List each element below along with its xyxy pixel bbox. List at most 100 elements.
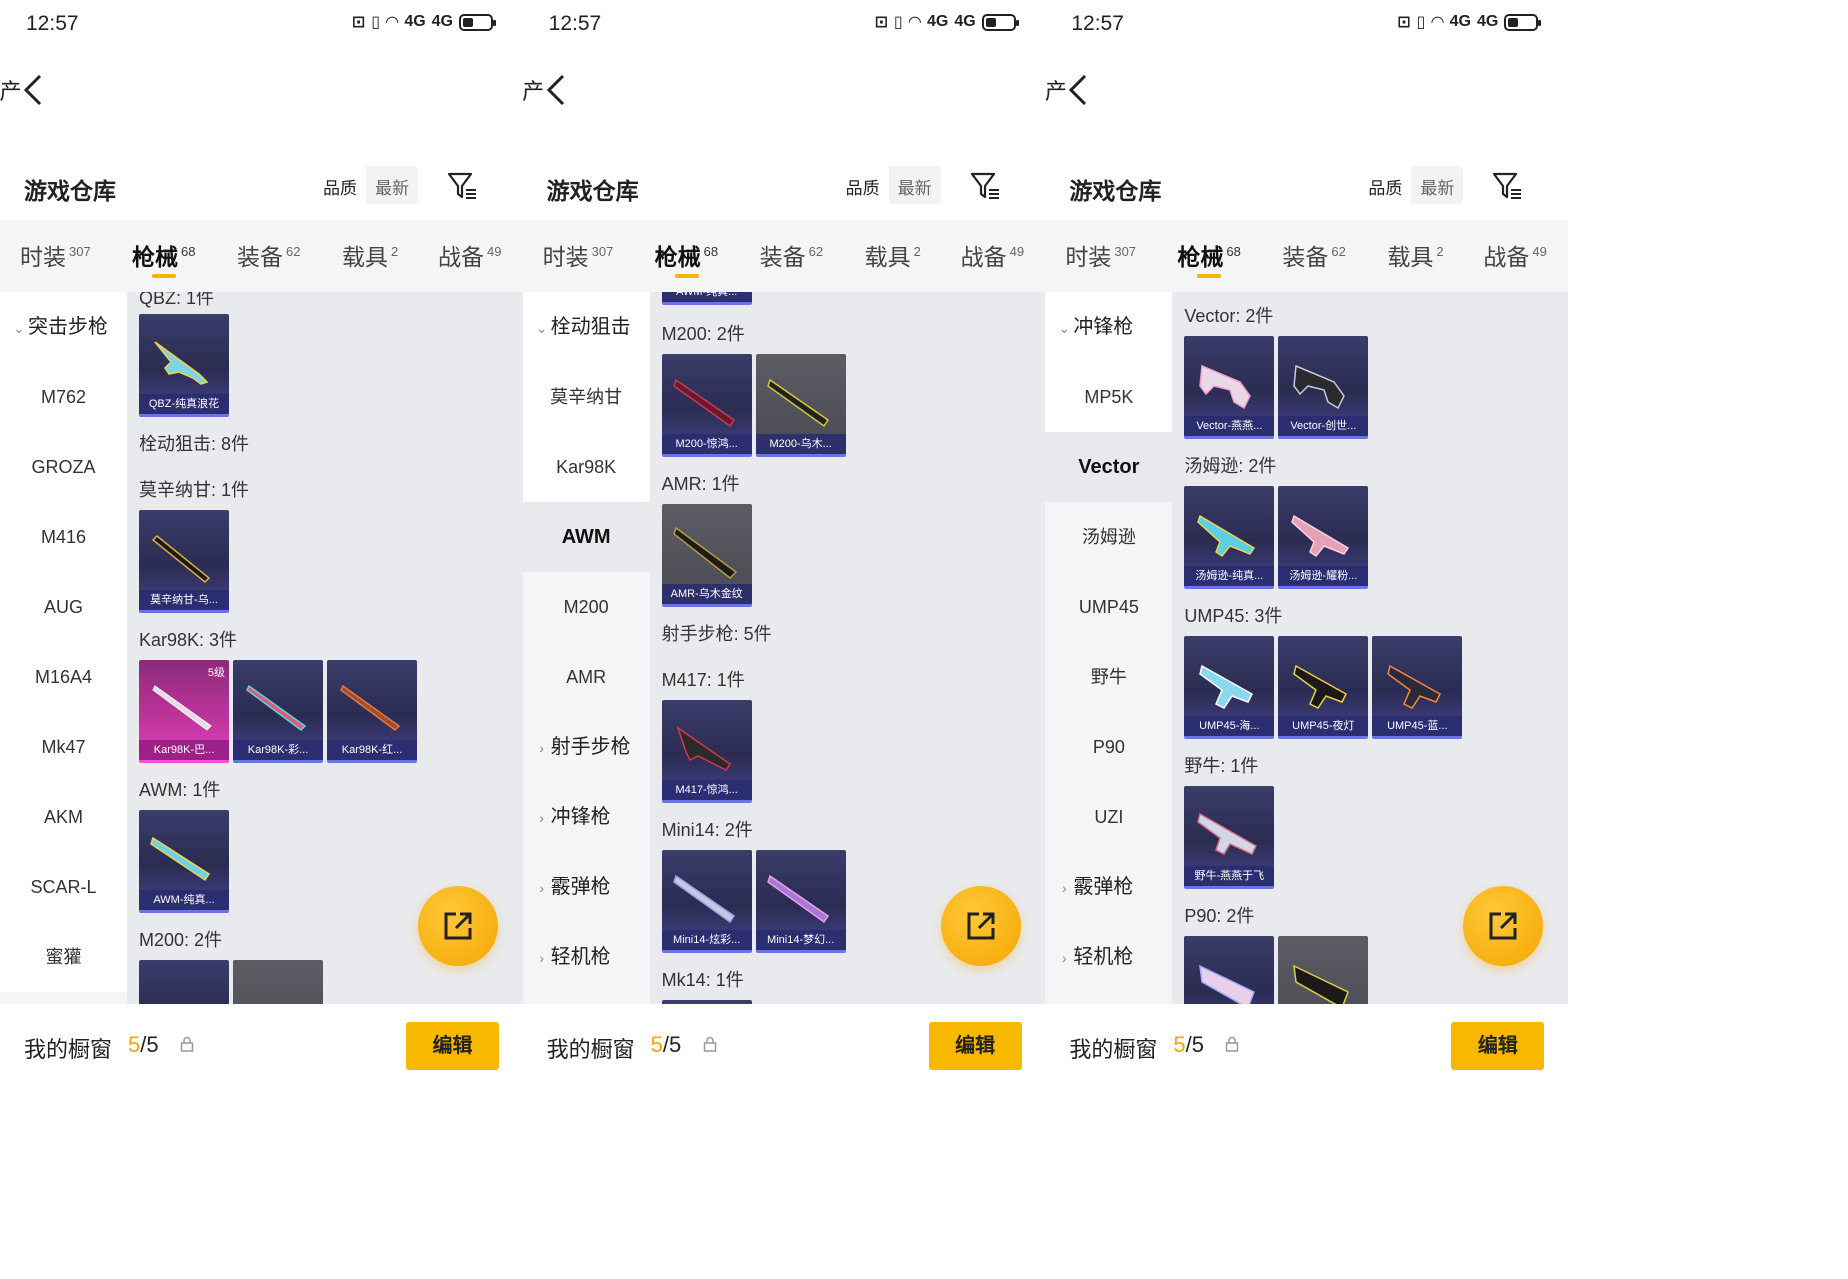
sidebar-item[interactable]: Mk47 [0,712,127,782]
screen-2: 12:57 ⊡ ▯ ◠ 4G 4G 资产 游戏仓库 品质 最新 时装307 枪 [522,0,1046,1084]
tab-vehicles[interactable]: 载具 2 [1387,238,1443,272]
sidebar-group[interactable]: › 轻机枪 [523,922,650,992]
weapon-sidebar: ⌄ 栓动狙击 莫辛纳甘 Kar98K AWM M200 AMR › 射手步枪 › 冲锋… [522,292,650,1004]
weapon-card[interactable]: Mini14-炫彩... [661,850,752,953]
weapon-card[interactable]: 汤姆逊-耀粉... [1278,486,1369,589]
tab-equipment[interactable]: 装备 62 [1282,238,1345,272]
sort-quality-button[interactable]: 品质 [836,166,889,204]
sidebar-item[interactable]: AMR [523,642,650,712]
sort-quality-button[interactable]: 品质 [314,166,366,204]
sidebar-item[interactable]: SCAR-L [0,852,127,922]
share-fab-button[interactable] [418,886,498,966]
sidebar-item[interactable]: 蜜獾 [0,922,127,992]
sidebar-group[interactable]: › 冲锋枪 [523,782,650,852]
sidebar-group-bolt-sniper[interactable]: ⌄ 栓动狙击 [522,292,650,362]
sidebar-item[interactable]: 莫辛纳甘 [522,362,650,432]
sidebar-group-assault-rifle[interactable]: ⌄ 突击步枪 [0,292,127,362]
filter-icon[interactable] [446,170,478,202]
weapon-card[interactable]: M417-惊鸿... [661,700,752,803]
status-icons: ⊡ ▯ ◠ 4G 4G [352,12,496,32]
weapon-card[interactable]: Kar98K-红... [327,660,417,763]
sidebar-item-selected[interactable]: Vector [1045,432,1173,502]
sidebar-group[interactable]: › 霰弹枪 [523,852,650,922]
tab-weapons[interactable]: 枪械 68 [1177,238,1241,278]
weapon-card[interactable] [139,960,229,1004]
tab-weapons[interactable]: 枪械 68 [132,238,195,278]
weapon-card[interactable]: M200-惊鸿... [661,354,752,457]
sidebar-item[interactable]: GROZA [0,432,127,502]
weapon-card[interactable]: QBZ-纯真浪花 [139,314,229,417]
vibrate-icon: ▯ [371,14,380,31]
tab-equipment[interactable]: 装备 62 [237,238,300,272]
weapon-card[interactable]: 莫辛纳甘-乌... [139,510,229,613]
sidebar-item[interactable]: P90 [1045,712,1172,782]
weapon-card[interactable]: 5级 Kar98K-巴... [139,660,229,763]
status-bar: 12:57 ⊡ ▯ ◠ 4G 4G [1045,0,1568,50]
weapon-card[interactable]: AWM-纯真... [661,292,752,305]
weapon-card[interactable]: 汤姆逊-纯真... [1184,486,1275,589]
sort-latest-button[interactable]: 最新 [889,166,941,204]
weapon-card[interactable]: UMP45-蓝... [1372,636,1463,739]
section-header: 游戏仓库 品质 最新 [523,160,1046,216]
sidebar-item[interactable]: UMP45 [1045,572,1172,642]
edit-button[interactable]: 编辑 [406,1022,499,1070]
sidebar-item[interactable]: 野牛 [1045,642,1172,712]
weapon-card[interactable] [1184,936,1275,1004]
tab-vehicles[interactable]: 载具 2 [342,238,398,272]
weapon-card[interactable] [233,960,323,1004]
sidebar-item[interactable]: Kar98K [522,432,650,502]
weapon-card[interactable]: Mini14-梦幻... [755,850,846,953]
tab-fashion[interactable]: 时装 307 [20,238,91,272]
sidebar-item[interactable]: M416 [0,502,127,572]
sidebar-item[interactable]: M200 [523,572,650,642]
weapon-card[interactable]: Vector-燕燕... [1184,336,1275,439]
smg-icon [1197,514,1256,558]
weapon-label: M200: 2件 [661,324,745,344]
sidebar-group[interactable]: › 轻机枪 [1045,922,1172,992]
sidebar-item[interactable]: M762 [0,362,127,432]
weapon-card[interactable]: M200-乌木... [755,354,846,457]
weapon-card[interactable]: UMP45-海... [1184,636,1275,739]
share-fab-button[interactable] [940,886,1021,966]
sidebar-item[interactable]: M16A4 [0,642,127,712]
weapon-card-caption: M200-惊鸿... [661,434,752,454]
sort-latest-button[interactable]: 最新 [1411,166,1463,204]
tab-supplies[interactable]: 战备 49 [1483,238,1546,272]
weapon-card[interactable]: Vector-创世... [1278,336,1369,439]
tab-fashion[interactable]: 时装 307 [1065,238,1136,272]
sidebar-item[interactable]: AKM [0,782,127,852]
sidebar-group[interactable]: › 射手步枪 [523,712,650,782]
tab-supplies[interactable]: 战备 49 [961,238,1024,272]
chevron-down-icon: ⌄ [535,320,548,336]
tab-supplies[interactable]: 战备 49 [438,238,501,272]
chevron-right-icon: › [1062,950,1067,966]
weapon-card[interactable]: Kar98K-彩... [233,660,323,763]
weapon-card[interactable]: AWM-纯真... [139,810,229,913]
edit-button[interactable]: 编辑 [1451,1022,1545,1070]
weapon-card-caption: 汤姆逊-耀粉... [1278,566,1369,586]
sort-latest-button[interactable]: 最新 [366,166,418,204]
share-fab-button[interactable] [1463,886,1544,966]
filter-icon[interactable] [1491,170,1523,202]
filter-icon[interactable] [969,170,1001,202]
vibrate-icon: ▯ [893,14,903,31]
sidebar-item-selected[interactable]: AWM [522,502,650,572]
weapon-card[interactable] [1278,936,1369,1004]
tab-vehicles[interactable]: 载具 2 [865,238,921,272]
sort-quality-button[interactable]: 品质 [1359,166,1412,204]
sidebar-item[interactable]: MP5K [1045,362,1173,432]
sidebar-item[interactable]: UZI [1045,782,1172,852]
weapon-card[interactable]: AMR-乌木金纹 [661,504,752,607]
sidebar-item[interactable]: AUG [0,572,127,642]
sidebar-group-smg[interactable]: ⌄ 冲锋枪 [1045,292,1173,362]
lock-icon [703,1036,716,1052]
weapon-card-caption: 汤姆逊-纯真... [1184,566,1275,586]
tab-fashion[interactable]: 时装 307 [543,238,614,272]
edit-button[interactable]: 编辑 [928,1022,1022,1070]
sidebar-item[interactable]: 汤姆逊 [1045,502,1172,572]
tab-weapons[interactable]: 枪械 68 [655,238,718,278]
sidebar-group[interactable]: › 霰弹枪 [1045,852,1172,922]
tab-equipment[interactable]: 装备 62 [760,238,823,272]
weapon-card[interactable]: 野牛-燕燕于飞 [1184,786,1275,889]
weapon-card[interactable]: UMP45-夜灯 [1278,636,1369,739]
